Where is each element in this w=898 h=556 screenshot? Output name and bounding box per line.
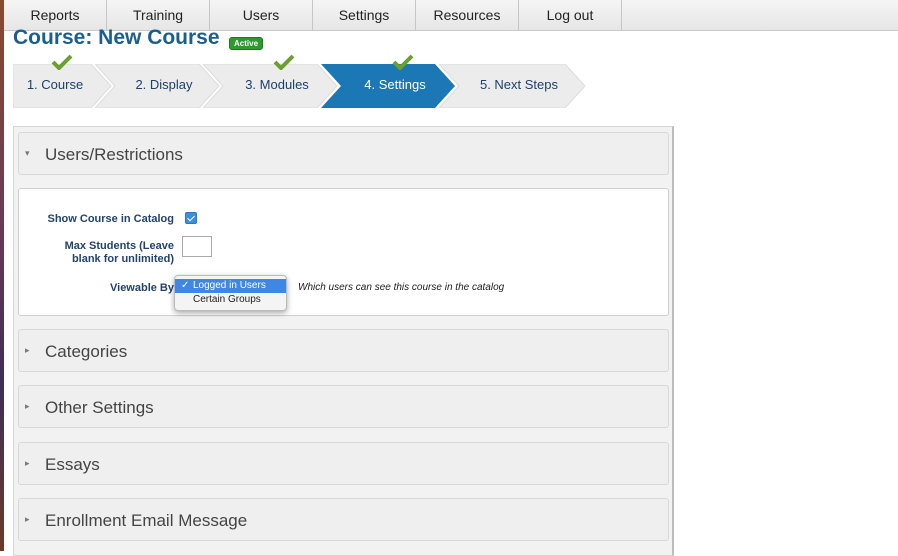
max-students-label-line2: blank for unlimited) (71, 253, 174, 265)
step-next-steps[interactable]: 5. Next Steps (439, 64, 587, 108)
viewable-by-option-logged-in[interactable]: ✓ Logged in Users (175, 279, 286, 293)
step-modules-checkmark-icon (273, 54, 295, 70)
section-other-settings-header[interactable]: ▸ Other Settings (18, 385, 669, 428)
wizard-stepper: 1. Course 2. Display 3. Modules 4. Setti… (13, 64, 593, 108)
page-title: Course: New Course (13, 26, 220, 49)
section-title: Users/Restrictions (45, 145, 183, 164)
show-in-catalog-checkbox[interactable] (185, 212, 197, 224)
section-enrollment-email-header[interactable]: ▸ Enrollment Email Message (18, 498, 669, 541)
section-users-restrictions-body: Show Course in Catalog Max Students (Lea… (18, 188, 669, 316)
step-settings[interactable]: 4. Settings (321, 64, 457, 108)
section-title: Essays (45, 455, 100, 474)
viewable-by-option-certain-groups[interactable]: Certain Groups (175, 293, 286, 307)
step-label: 1. Course (26, 77, 84, 92)
step-label: 5. Next Steps (479, 77, 559, 92)
section-users-restrictions-header[interactable]: ▾ Users/Restrictions (18, 132, 669, 175)
right-triangle-icon: ▸ (25, 401, 30, 411)
step-modules[interactable]: 3. Modules (203, 64, 339, 108)
section-title: Categories (45, 342, 128, 361)
viewable-by-help-text: Which users can see this course in the c… (298, 282, 505, 293)
section-categories-header[interactable]: ▸ Categories (18, 329, 669, 372)
section-title: Enrollment Email Message (45, 511, 248, 530)
step-label: 3. Modules (245, 77, 309, 92)
nav-users[interactable]: Users (210, 0, 313, 30)
section-essays-header[interactable]: ▸ Essays (18, 442, 669, 485)
right-triangle-icon: ▸ (25, 514, 30, 524)
nav-resources[interactable]: Resources (416, 0, 519, 30)
section-title: Other Settings (45, 398, 154, 417)
max-students-label-line1: Max Students (Leave (64, 240, 174, 252)
nav-settings[interactable]: Settings (313, 0, 416, 30)
step-label: 2. Display (135, 77, 193, 92)
step-label: 4. Settings (364, 77, 426, 92)
step-course-checkmark-icon (51, 54, 73, 70)
right-triangle-icon: ▸ (25, 345, 30, 355)
check-icon: ✓ (181, 280, 190, 291)
settings-panel: ▾ Users/Restrictions Show Course in Cata… (13, 126, 674, 556)
viewable-by-dropdown[interactable]: ✓ Logged in Users Certain Groups (174, 275, 287, 311)
show-in-catalog-label: Show Course in Catalog (47, 213, 174, 225)
viewable-by-label: Viewable By (110, 282, 174, 294)
right-triangle-icon: ▸ (25, 458, 30, 468)
status-badge: Active (229, 37, 264, 50)
desktop-background-strip (0, 0, 4, 551)
nav-log-out[interactable]: Log out (519, 0, 622, 30)
max-students-input[interactable] (182, 236, 212, 257)
step-settings-checkmark-icon (392, 54, 414, 70)
down-triangle-icon: ▾ (25, 148, 30, 158)
